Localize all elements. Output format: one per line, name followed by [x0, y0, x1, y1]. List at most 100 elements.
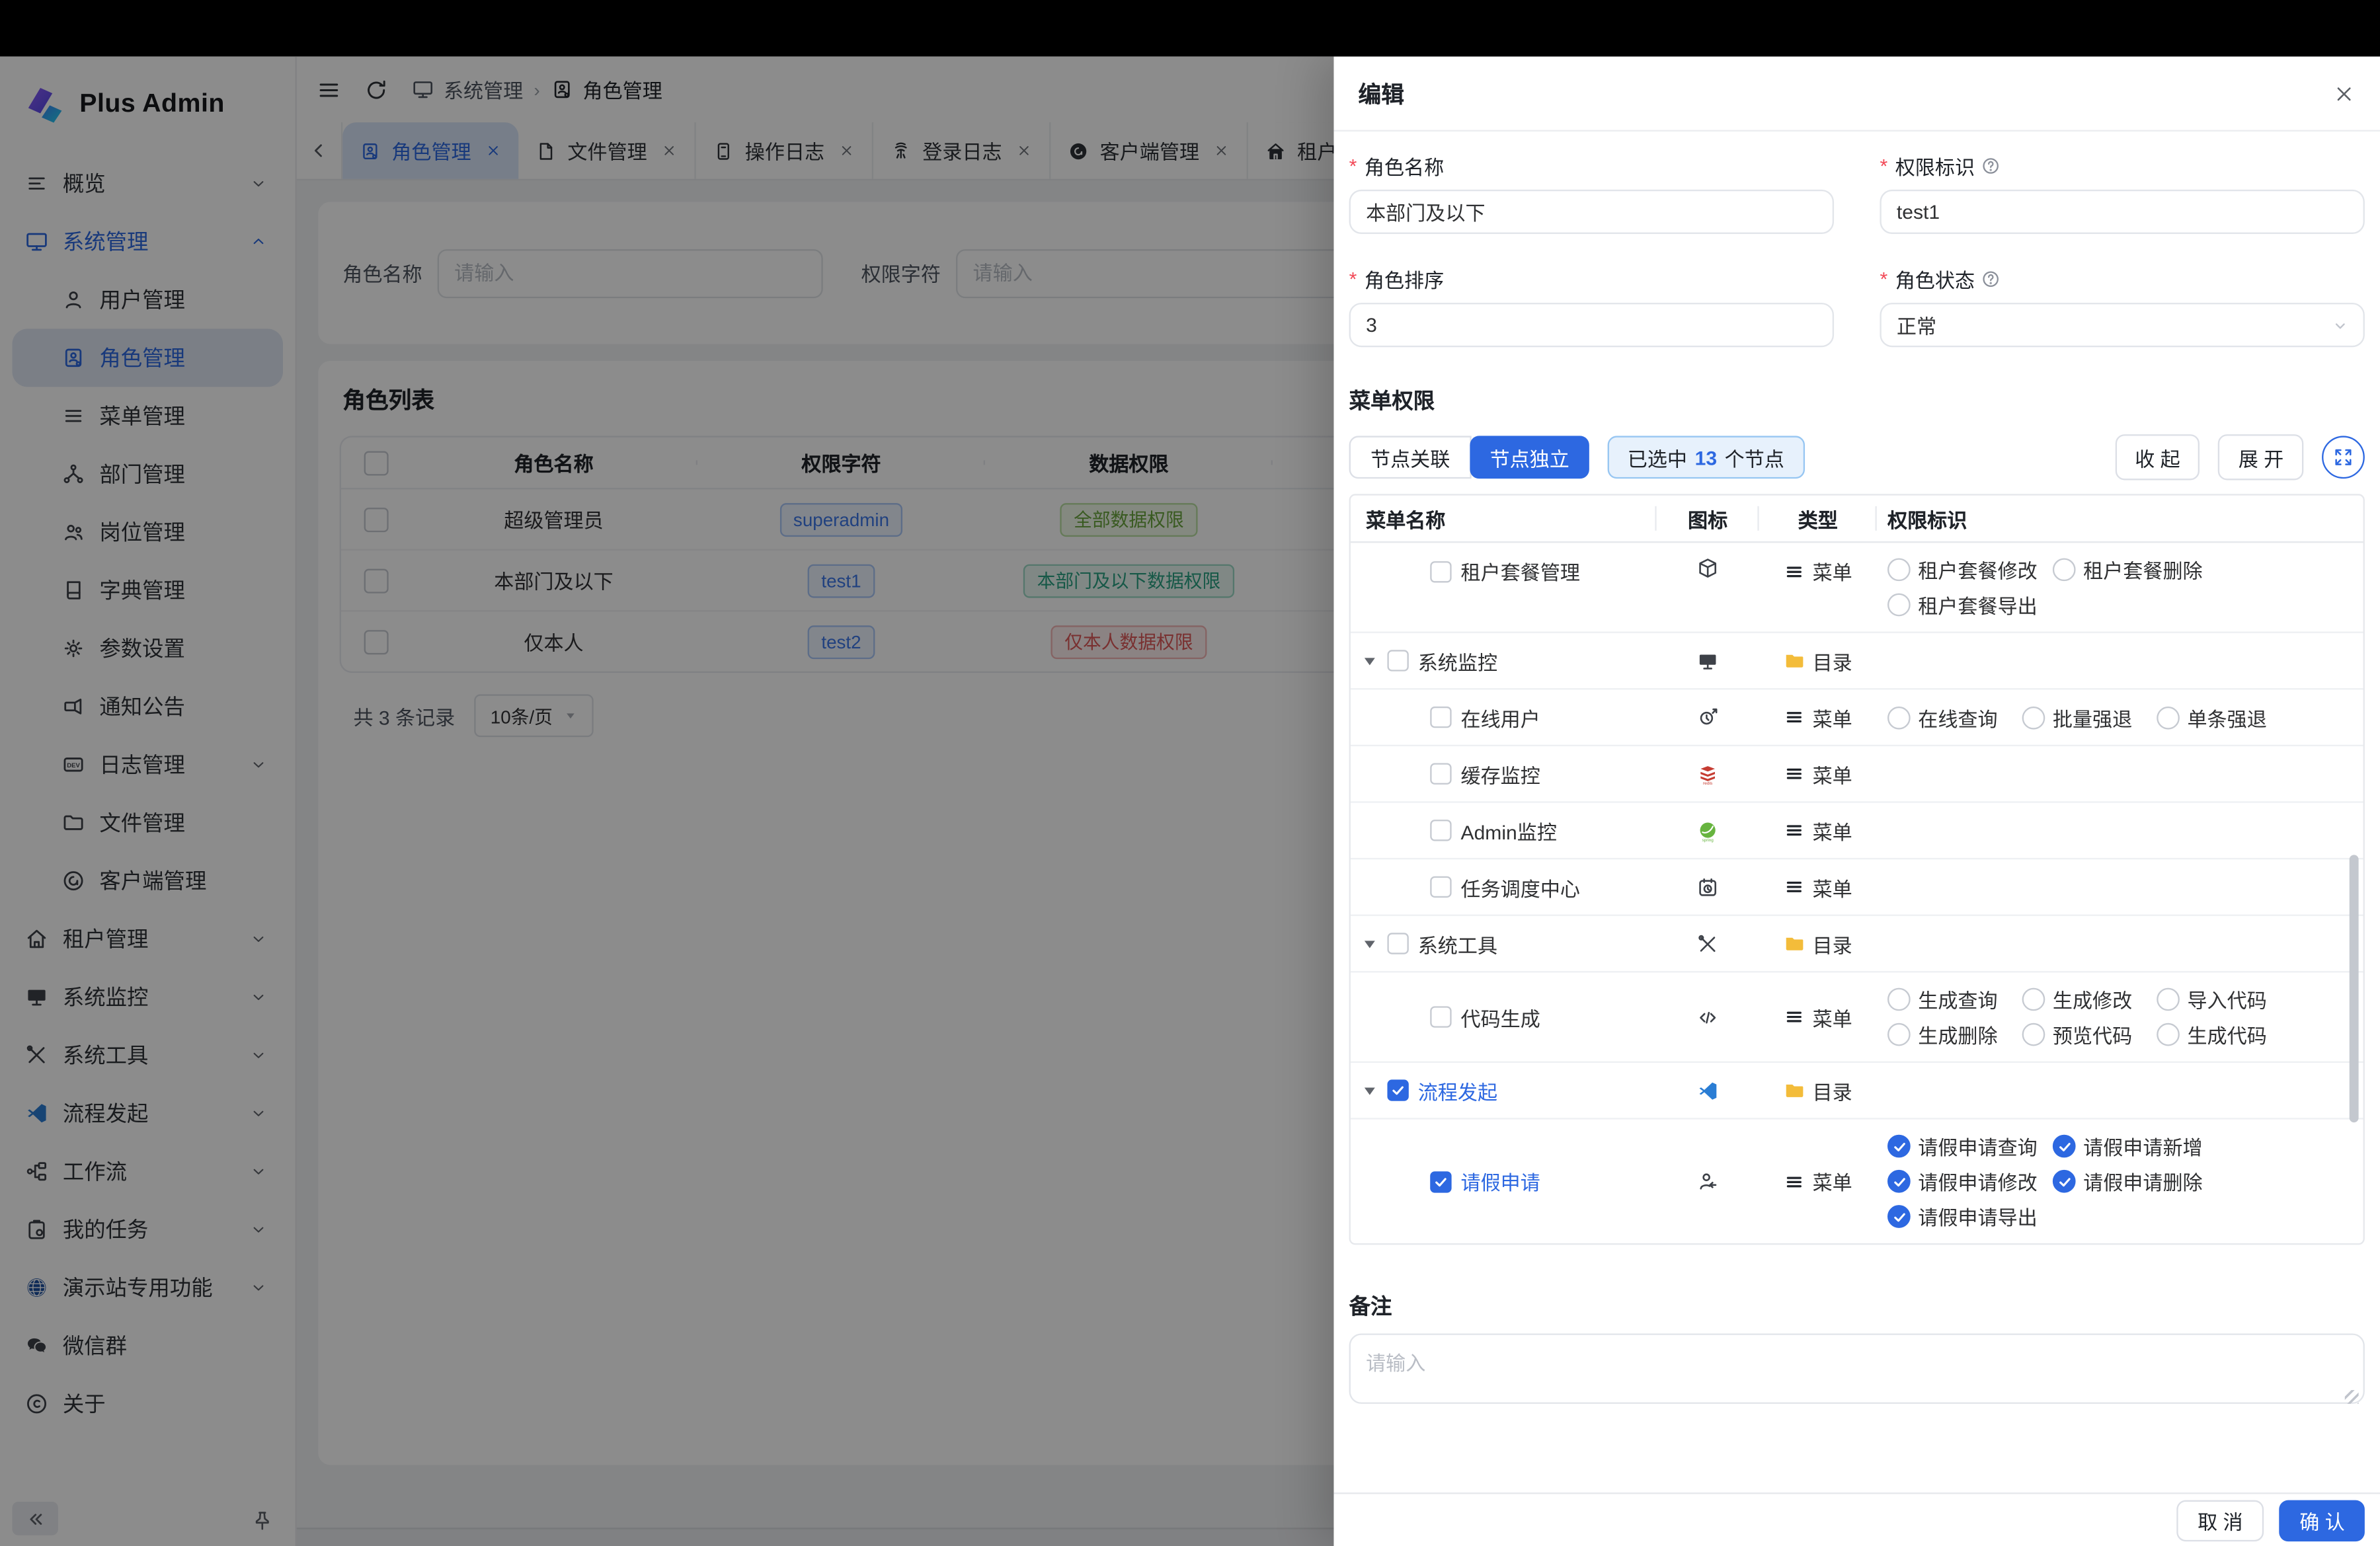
question-icon[interactable]: [1981, 268, 2001, 288]
role-sort-field[interactable]: [1349, 303, 1834, 347]
perm-checkbox[interactable]: [2053, 1170, 2076, 1193]
tree-perms-cell: 请假申请查询请假申请新增请假申请修改 请假申请删除请假申请导出: [1877, 1120, 2363, 1243]
perm-checkbox[interactable]: [2053, 1135, 2076, 1158]
field-label-text: 角色排序: [1365, 264, 1444, 293]
list-bars-icon: [1784, 707, 1805, 728]
perm-checkbox[interactable]: [2157, 706, 2180, 729]
field-label: * 权限标识: [1880, 151, 2364, 179]
top-black-bar: [0, 0, 2380, 57]
perm-item[interactable]: 请假申请删除: [2053, 1165, 2218, 1198]
tree-node-checkbox[interactable]: [1430, 820, 1451, 841]
perm-checkbox[interactable]: [2053, 558, 2076, 581]
tree-name-cell: 在线用户: [1351, 703, 1657, 732]
caret-down-icon[interactable]: [1361, 1082, 1378, 1099]
perm-checkbox[interactable]: [2022, 1023, 2045, 1046]
perm-key-field[interactable]: [1880, 190, 2364, 234]
perm-item[interactable]: 请假申请查询: [1887, 1130, 2053, 1163]
tree-node-checkbox[interactable]: [1430, 707, 1451, 728]
tree-node-checkbox[interactable]: [1430, 1171, 1451, 1192]
confirm-button[interactable]: 确 认: [2280, 1500, 2365, 1541]
menu-perm-controls: 节点关联节点独立 已选中 13 个节点 收 起 展 开: [1349, 434, 2365, 480]
tree-row-admin-monitor: Admin监控spring菜单: [1351, 803, 2363, 860]
perm-checkbox[interactable]: [2157, 988, 2180, 1011]
tree-node-checkbox[interactable]: [1387, 933, 1408, 954]
tree-node-checkbox[interactable]: [1387, 650, 1408, 671]
role-name-field[interactable]: [1349, 190, 1834, 234]
perm-checkbox[interactable]: [1887, 1170, 1911, 1193]
segment-node-linked[interactable]: 节点关联: [1349, 436, 1472, 479]
list-bars-icon: [1784, 1171, 1805, 1192]
perm-item[interactable]: 批量强退: [2022, 701, 2157, 734]
resize-grip-icon[interactable]: [2345, 1390, 2359, 1404]
perm-checkbox[interactable]: [2022, 706, 2045, 729]
remark-textarea[interactable]: [1349, 1333, 2365, 1403]
modal-overlay[interactable]: [0, 57, 1333, 1546]
perm-label: 请假申请删除: [2083, 1167, 2202, 1196]
tree-node-label: Admin监控: [1461, 816, 1557, 845]
menu-perm-tree: 菜单名称图标类型权限标识 租户套餐管理菜单租户套餐修改租户套餐删除租户套餐导出系…: [1349, 494, 2365, 1245]
perm-checkbox[interactable]: [1887, 706, 1911, 729]
perm-checkbox[interactable]: [1887, 594, 1911, 617]
perm-item[interactable]: 生成查询: [1887, 984, 2022, 1016]
perm-checkbox[interactable]: [1887, 1135, 1911, 1158]
perm-item[interactable]: 租户套餐导出: [1887, 589, 2053, 621]
perm-item[interactable]: 请假申请修改: [1887, 1165, 2053, 1198]
tree-node-checkbox[interactable]: [1387, 1079, 1408, 1101]
perm-checkbox[interactable]: [1887, 1205, 1911, 1228]
selected-prefix: 已选中: [1628, 443, 1687, 472]
perm-item[interactable]: 预览代码: [2022, 1019, 2157, 1051]
folder-filled-icon: [1784, 933, 1805, 954]
perm-item[interactable]: 单条强退: [2157, 701, 2291, 734]
tree-row-leave-request: 请假申请菜单请假申请查询请假申请新增请假申请修改请假申请删除请假申请导出: [1351, 1120, 2363, 1243]
drawer-title: 编辑: [1358, 77, 1404, 110]
perm-item[interactable]: 租户套餐删除: [2053, 554, 2218, 586]
tree-node-checkbox[interactable]: [1430, 1006, 1451, 1027]
node-mode-segmented: 节点关联节点独立: [1349, 436, 1589, 479]
perm-checkbox[interactable]: [1887, 1023, 1911, 1046]
tree-node-checkbox[interactable]: [1430, 763, 1451, 784]
fullscreen-icon: [2332, 447, 2354, 468]
cancel-button[interactable]: 取 消: [2176, 1500, 2264, 1541]
caret-down-icon[interactable]: [1361, 652, 1378, 669]
caret-down-icon[interactable]: [1361, 935, 1378, 952]
perm-checkbox[interactable]: [1887, 988, 1911, 1011]
perm-item[interactable]: 生成删除: [1887, 1019, 2022, 1051]
perm-item[interactable]: 生成修改: [2022, 984, 2157, 1016]
field-label: * 角色状态: [1880, 264, 2364, 292]
perm-item[interactable]: 请假申请导出: [1887, 1200, 2053, 1233]
role-status-select[interactable]: 正常: [1880, 303, 2364, 347]
perm-item[interactable]: 请假申请新增: [2053, 1130, 2218, 1163]
collapse-all-button[interactable]: 收 起: [2115, 434, 2200, 480]
folder-filled-icon: [1784, 1079, 1805, 1101]
tree-node-label: 系统监控: [1418, 646, 1497, 676]
perm-checkbox[interactable]: [2157, 1023, 2180, 1046]
list-bars-icon: [1784, 876, 1805, 898]
tree-name-cell: 租户套餐管理: [1351, 557, 1657, 586]
perm-item[interactable]: 导入代码: [2157, 984, 2291, 1016]
screen: Plus Admin 概览系统管理用户管理角色管理菜单管理部门管理岗位管理字典管…: [0, 0, 2380, 1546]
required-asterisk: *: [1349, 154, 1357, 177]
close-icon[interactable]: [2332, 82, 2356, 105]
perm-checkbox[interactable]: [2022, 988, 2045, 1011]
perm-checkbox[interactable]: [1887, 558, 1911, 581]
perm-item[interactable]: 租户套餐修改: [1887, 554, 2053, 586]
selected-count-badge[interactable]: 已选中 13 个节点: [1608, 436, 1804, 479]
tree-name-cell: 缓存监控: [1351, 759, 1657, 789]
expand-all-button[interactable]: 展 开: [2219, 434, 2304, 480]
perm-item[interactable]: 生成代码: [2157, 1019, 2291, 1051]
tree-node-checkbox[interactable]: [1430, 560, 1451, 582]
perm-label: 租户套餐导出: [1918, 590, 2037, 619]
perm-label: 生成删除: [1918, 1020, 1997, 1049]
tree-icon-cell: [1657, 1079, 1759, 1102]
tree-perms-cell: [1877, 650, 2363, 671]
tree-scrollbar-thumb[interactable]: [2350, 855, 2359, 1122]
menu-perm-title: 菜单权限: [1349, 385, 2365, 416]
tree-column-header: 图标: [1657, 496, 1759, 541]
tree-type-cell: 目录: [1759, 646, 1877, 676]
fullscreen-button[interactable]: [2322, 436, 2365, 479]
tree-node-checkbox[interactable]: [1430, 876, 1451, 898]
question-icon[interactable]: [1981, 155, 2001, 175]
perm-label: 请假申请修改: [1918, 1167, 2037, 1196]
perm-item[interactable]: 在线查询: [1887, 701, 2022, 734]
segment-node-independent[interactable]: 节点独立: [1470, 436, 1589, 479]
